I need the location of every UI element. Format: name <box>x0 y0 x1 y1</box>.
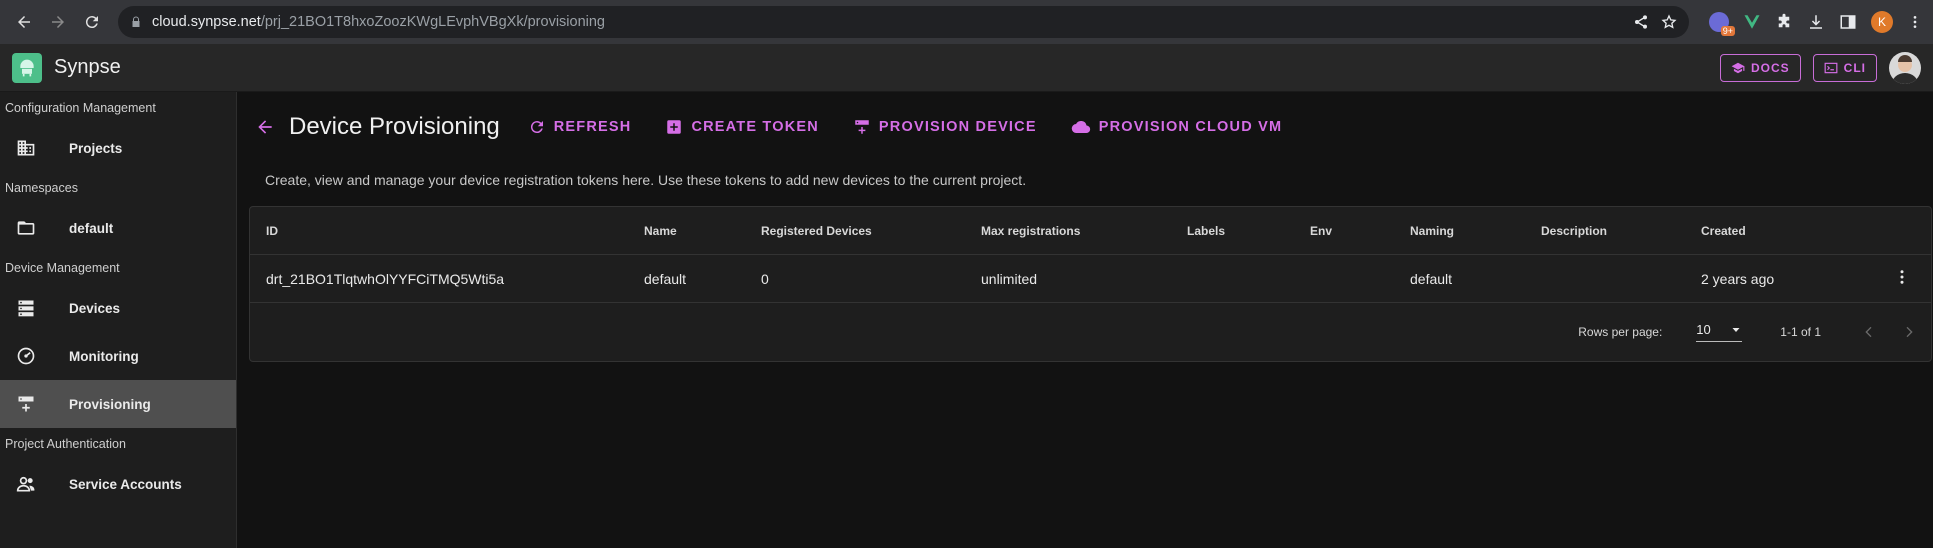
back-arrow-icon[interactable] <box>251 113 279 141</box>
share-icon[interactable] <box>1633 14 1649 30</box>
provision-icon <box>855 120 869 134</box>
extension-badge: 9+ <box>1720 26 1735 36</box>
rows-per-page-label: Rows per page: <box>1578 325 1663 339</box>
sidebar-section-title: Device Management <box>5 261 120 275</box>
url-text: cloud.synpse.net/prj_21BO1T8hxoZoozKWgLE… <box>152 14 605 30</box>
column-header-created[interactable]: Created <box>1685 224 1865 238</box>
sidebar-item-label: Devices <box>69 300 121 316</box>
cli-label: CLI <box>1843 60 1866 75</box>
sidebar-section-title: Configuration Management <box>5 101 156 115</box>
docs-label: DOCS <box>1750 60 1790 75</box>
create-token-button[interactable]: CREATE TOKEN <box>665 118 818 136</box>
page-description: Create, view and manage your device regi… <box>265 172 1027 188</box>
cell-naming: default <box>1410 270 1453 287</box>
column-header-name[interactable]: Name <box>628 224 745 238</box>
column-header-naming[interactable]: Naming <box>1394 224 1525 238</box>
sidebar-section-title: Namespaces <box>5 181 78 195</box>
tokens-table: ID Name Registered Devices Max registrat… <box>249 206 1932 362</box>
refresh-icon <box>530 121 543 134</box>
docs-button[interactable]: DOCS <box>1719 53 1801 82</box>
sidebar-item-default[interactable]: default <box>0 204 236 252</box>
user-avatar[interactable] <box>1889 51 1921 84</box>
back-icon[interactable] <box>10 8 38 36</box>
building-icon <box>14 136 38 160</box>
column-header-registered-devices[interactable]: Registered Devices <box>745 224 965 238</box>
cli-button[interactable]: CLI <box>1812 53 1877 82</box>
sidebar-item-service-accounts[interactable]: Service Accounts <box>0 460 236 508</box>
column-header-description[interactable]: Description <box>1525 224 1685 238</box>
sidebar-item-label: Monitoring <box>69 348 139 364</box>
reload-icon[interactable] <box>78 8 106 36</box>
row-menu-icon[interactable] <box>1893 268 1931 289</box>
table-header: ID Name Registered Devices Max registrat… <box>250 207 1931 255</box>
rows-per-page-select[interactable]: 10 <box>1696 322 1743 342</box>
cell-id: drt_21BO1TlqtwhOlYYFCiTMQ5Wti5a <box>266 270 505 287</box>
extension-icon[interactable]: 9+ <box>1709 12 1735 36</box>
people-icon <box>14 472 38 496</box>
folder-icon <box>14 216 38 240</box>
cell-registered-devices: 0 <box>761 270 769 287</box>
lock-icon <box>132 16 140 27</box>
column-header-labels[interactable]: Labels <box>1171 224 1294 238</box>
star-icon[interactable] <box>1661 14 1677 30</box>
add-box-icon <box>667 120 682 134</box>
pagination-range: 1-1 of 1 <box>1780 325 1821 339</box>
main-content: Device Provisioning REFRESH CREATE TOKEN… <box>237 92 1933 548</box>
vue-icon[interactable] <box>1743 13 1761 31</box>
cell-created: 2 years ago <box>1701 270 1775 287</box>
forward-icon[interactable] <box>44 8 72 36</box>
download-icon[interactable] <box>1807 13 1825 31</box>
profile-avatar[interactable]: K <box>1871 11 1893 33</box>
sidebar-item-provisioning[interactable]: Provisioning <box>0 380 236 428</box>
page-toolbar: Device Provisioning REFRESH CREATE TOKEN… <box>249 92 1933 162</box>
cloud-icon <box>1071 120 1090 134</box>
sidebar-item-devices[interactable]: Devices <box>0 284 236 332</box>
sidebar-item-label: Provisioning <box>69 396 151 412</box>
browser-toolbar: cloud.synpse.net/prj_21BO1T8hxoZoozKWgLE… <box>0 0 1933 44</box>
provision-icon <box>14 392 38 416</box>
address-bar[interactable]: cloud.synpse.net/prj_21BO1T8hxoZoozKWgLE… <box>118 6 1689 38</box>
sidebar-section-title: Project Authentication <box>5 437 126 451</box>
provision-device-button[interactable]: PROVISION DEVICE <box>853 118 1037 136</box>
sidebar-item-label: Projects <box>69 140 123 156</box>
server-icon <box>14 296 38 320</box>
sidebar-item-label: default <box>69 220 114 236</box>
school-icon <box>1731 62 1745 73</box>
sidebar: Configuration Management Projects Namesp… <box>0 92 237 548</box>
sidebar-item-label: Service Accounts <box>69 476 182 492</box>
refresh-label: REFRESH <box>553 119 632 135</box>
menu-kebab-icon[interactable] <box>1907 14 1923 30</box>
refresh-button[interactable]: REFRESH <box>528 118 632 136</box>
column-header-env[interactable]: Env <box>1294 224 1394 238</box>
puzzle-icon[interactable] <box>1775 13 1793 31</box>
column-header-max-registrations[interactable]: Max registrations <box>965 224 1171 238</box>
rows-per-page-value: 10 <box>1696 322 1711 337</box>
app-title: Synpse <box>54 56 121 78</box>
provision-device-label: PROVISION DEVICE <box>878 119 1037 135</box>
page-title: Device Provisioning <box>289 113 500 140</box>
cell-name: default <box>644 270 687 287</box>
sidebar-item-projects[interactable]: Projects <box>0 124 236 172</box>
provision-cloud-vm-label: PROVISION CLOUD VM <box>1098 119 1283 135</box>
app-header: Synpse DOCS CLI <box>0 44 1933 92</box>
dropdown-arrow-icon <box>1732 327 1740 332</box>
table-row[interactable]: drt_21BO1TlqtwhOlYYFCiTMQ5Wti5a default … <box>250 255 1931 303</box>
next-page-icon[interactable] <box>1901 324 1917 340</box>
column-header-id[interactable]: ID <box>250 224 628 238</box>
provision-cloud-vm-button[interactable]: PROVISION CLOUD VM <box>1071 118 1283 136</box>
gauge-icon <box>14 344 38 368</box>
synpse-logo[interactable] <box>12 52 42 83</box>
cell-max-registrations: unlimited <box>981 270 1038 287</box>
table-footer: Rows per page: 10 1-1 of 1 <box>250 303 1931 361</box>
sidepanel-icon[interactable] <box>1839 13 1857 31</box>
terminal-icon <box>1824 62 1838 73</box>
create-token-label: CREATE TOKEN <box>691 119 819 135</box>
prev-page-icon[interactable] <box>1861 324 1877 340</box>
sidebar-item-monitoring[interactable]: Monitoring <box>0 332 236 380</box>
